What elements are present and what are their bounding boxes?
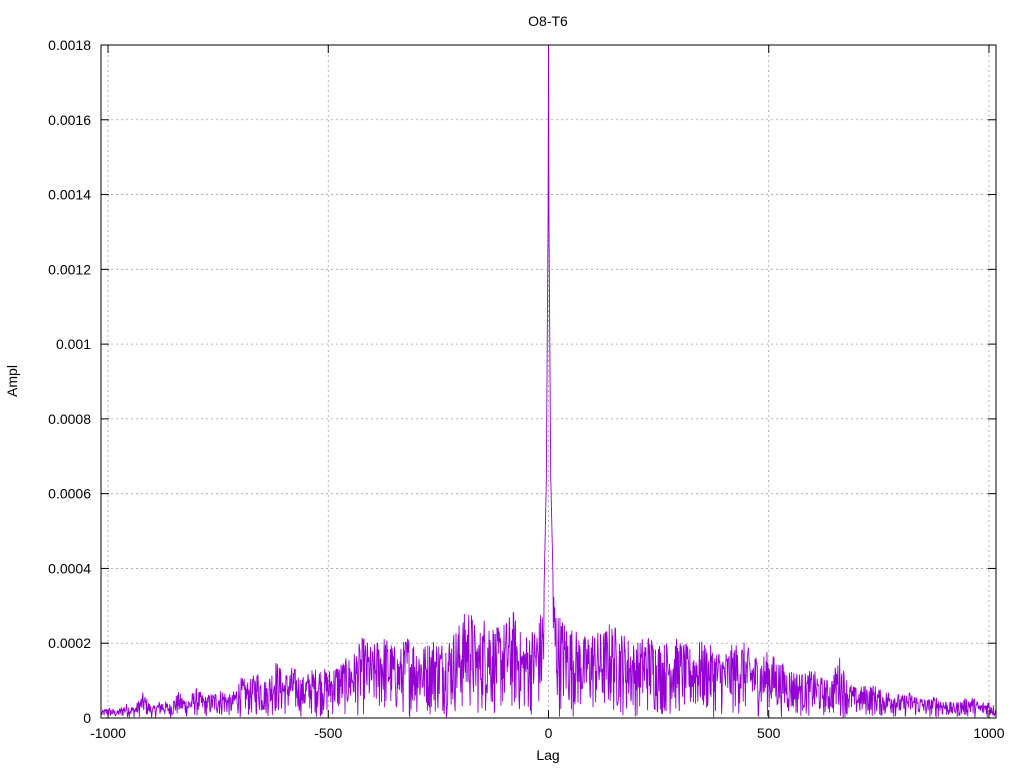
y-tick-label: 0.0008	[48, 411, 91, 427]
y-tick-label: 0.0002	[48, 635, 91, 651]
chart: 0 0.0002 0.0004 0.0006 0.0008 0.001 0.0012 0.00…	[0, 0, 1024, 768]
y-tick-label: 0.0006	[48, 486, 91, 502]
x-tick-label: 500	[757, 725, 781, 741]
x-tick-label: -500	[314, 725, 342, 741]
y-axis-label: Ampl	[4, 365, 20, 397]
x-tick-label: 0	[545, 725, 553, 741]
chart-title: O8-T6	[528, 13, 568, 29]
y-tick-label: 0.0018	[48, 37, 91, 53]
y-tick-label: 0	[83, 710, 91, 726]
x-axis-label: Lag	[536, 747, 559, 763]
x-tick-label: 1000	[973, 725, 1004, 741]
y-tick-label: 0.0004	[48, 560, 91, 576]
y-tick-label: 0.0014	[48, 187, 91, 203]
y-tick-label: 0.0012	[48, 261, 91, 277]
y-tick-label: 0.0016	[48, 112, 91, 128]
x-tick-label: -1000	[90, 725, 126, 741]
y-tick-label: 0.001	[56, 336, 91, 352]
